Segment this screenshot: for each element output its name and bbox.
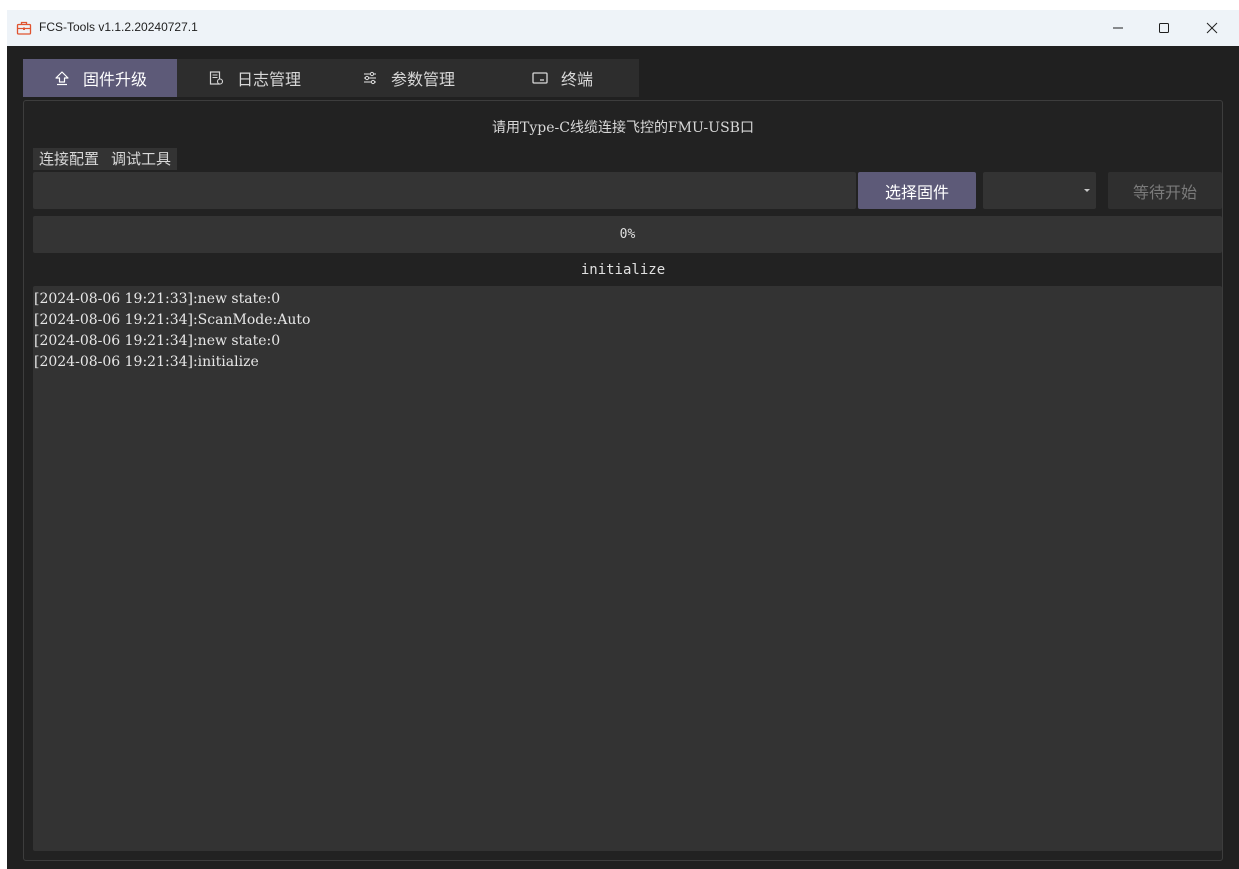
subtab-connection-config[interactable]: 连接配置 [33, 148, 105, 170]
window-title: FCS-Tools v1.1.2.20240727.1 [39, 20, 198, 34]
tab-label: 终端 [560, 70, 593, 89]
log-line: [2024-08-06 19:21:33]:new state:0 [34, 291, 281, 307]
tab-terminal[interactable]: 终端 [485, 59, 639, 97]
subtab-bar: 连接配置 调试工具 [33, 148, 178, 170]
select-firmware-button[interactable]: 选择固件 [858, 172, 976, 209]
log-line: [2024-08-06 19:21:34]:ScanMode:Auto [34, 312, 311, 328]
app-window: FCS-Tools v1.1.2.20240727.1 固件升级 日志管理 参数… [7, 10, 1239, 869]
log-icon [207, 69, 225, 87]
log-output[interactable]: [2024-08-06 19:21:33]:new state:0 [2024-… [33, 286, 1222, 851]
terminal-icon [531, 69, 549, 87]
title-bar: FCS-Tools v1.1.2.20240727.1 [7, 10, 1239, 46]
upload-icon [53, 69, 71, 87]
start-button[interactable]: 等待开始 [1108, 172, 1222, 209]
firmware-path-field[interactable] [33, 172, 856, 209]
sliders-icon [361, 69, 379, 87]
maximize-icon [1158, 19, 1170, 38]
tab-log-management[interactable]: 日志管理 [177, 59, 331, 97]
port-select[interactable] [983, 172, 1096, 209]
close-icon [1206, 19, 1218, 38]
maximize-button[interactable] [1141, 10, 1187, 46]
tab-label: 日志管理 [236, 70, 301, 89]
toolbox-icon [16, 20, 32, 36]
close-button[interactable] [1189, 10, 1235, 46]
tab-label: 参数管理 [390, 70, 455, 89]
log-line: [2024-08-06 19:21:34]:new state:0 [34, 333, 281, 349]
firmware-upgrade-panel: 请用Type-C线缆连接飞控的FMU-USB口 连接配置 调试工具 选择固件 等… [23, 100, 1223, 861]
upgrade-progress-bar: 0% [33, 216, 1222, 253]
connection-hint: 请用Type-C线缆连接飞控的FMU-USB口 [492, 120, 754, 136]
minimize-button[interactable] [1095, 10, 1141, 46]
tab-label: 固件升级 [82, 70, 147, 89]
log-line: [2024-08-06 19:21:34]:initialize [34, 354, 259, 370]
tab-parameter-management[interactable]: 参数管理 [331, 59, 485, 97]
log-lines: [2024-08-06 19:21:33]:new state:0 [2024-… [33, 286, 1222, 373]
subtab-debug-tools[interactable]: 调试工具 [105, 148, 177, 170]
minimize-icon [1112, 19, 1124, 38]
main-tab-bar: 固件升级 日志管理 参数管理 终端 [23, 59, 639, 97]
tab-firmware-upgrade[interactable]: 固件升级 [23, 59, 177, 97]
chevron-down-icon [1084, 189, 1090, 192]
progress-label: 0% [619, 227, 636, 242]
status-text: initialize [580, 262, 666, 278]
